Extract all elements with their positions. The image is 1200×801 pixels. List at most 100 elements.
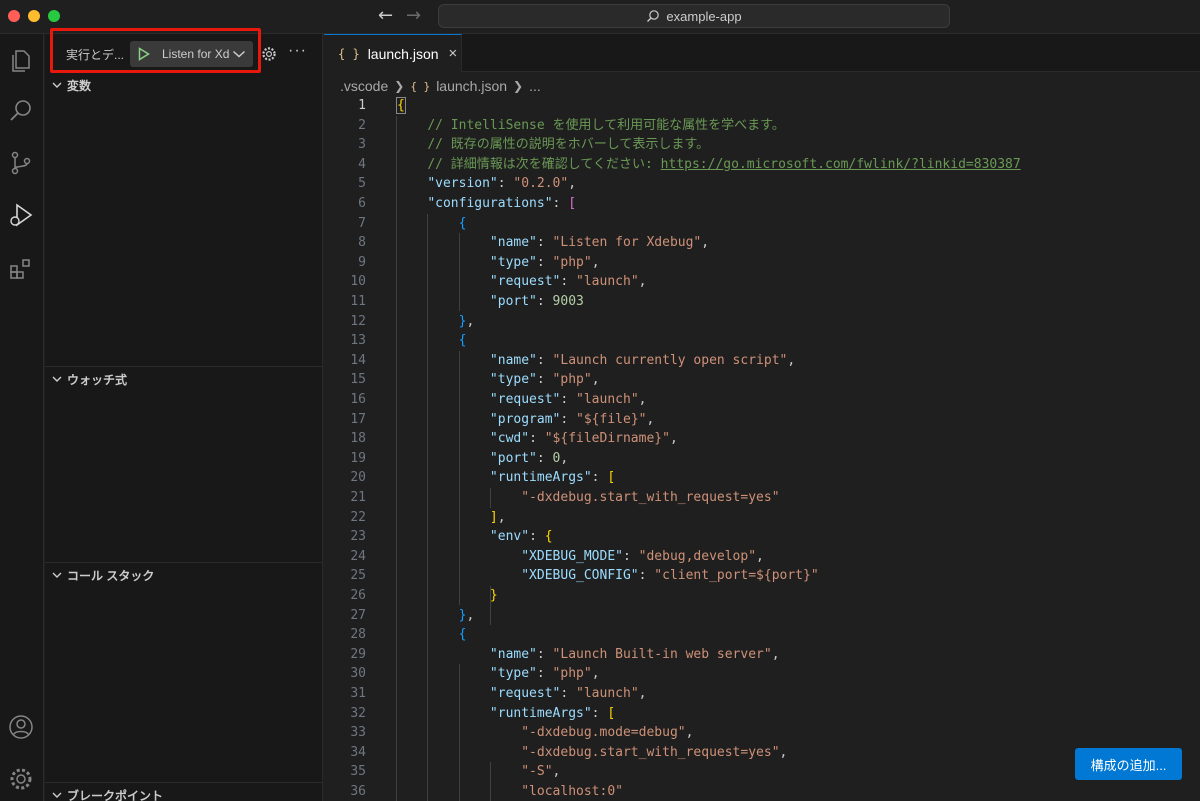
line-number: 20 <box>350 470 366 486</box>
line-number: 16 <box>350 392 366 407</box>
line-number: 24 <box>350 548 366 564</box>
code-line: 15 "type": "php", <box>324 370 1200 390</box>
section-label: 変数 <box>67 78 92 93</box>
line-number: 30 <box>350 666 366 682</box>
manage-gear-icon[interactable] <box>6 764 36 794</box>
line-number: 27 <box>350 607 366 623</box>
code-line: 30 "type": "php", <box>324 664 1200 684</box>
chevron-right-icon: ❯ <box>513 79 524 93</box>
add-configuration-button[interactable]: 構成の追加... <box>1075 748 1182 780</box>
explorer-icon[interactable] <box>6 46 36 76</box>
line-number: 4 <box>358 156 366 172</box>
line-number: 7 <box>358 215 366 231</box>
line-number: 14 <box>350 352 366 368</box>
line-number: 2 <box>358 117 366 133</box>
account-icon[interactable] <box>6 712 36 742</box>
code-line: 1{ <box>324 96 1200 116</box>
line-number: 1 <box>358 98 366 113</box>
code-line: 2 // IntelliSense を使用して利用可能な属性を学べます。 <box>324 116 1200 136</box>
code-line: 36 "localhost:0" <box>324 782 1200 801</box>
code-line: 31 "request": "launch", <box>324 684 1200 704</box>
arrow-left-icon[interactable]: ← <box>378 6 393 26</box>
line-number: 25 <box>350 568 366 584</box>
code-line: 32 "runtimeArgs": [ <box>324 704 1200 724</box>
line-number: 6 <box>358 196 366 211</box>
code-line: 26 } <box>324 586 1200 606</box>
tab-label: launch.json <box>367 45 439 62</box>
code-line: 9 "type": "php", <box>324 253 1200 273</box>
source-control-icon[interactable] <box>6 148 36 178</box>
code-line: 29 "name": "Launch Built-in web server", <box>324 645 1200 665</box>
code-line: 5 "version": "0.2.0", <box>324 174 1200 194</box>
code-line: 8 "name": "Listen for Xdebug", <box>324 233 1200 253</box>
line-number: 31 <box>350 686 366 701</box>
code-editor[interactable]: 1{ 2 // IntelliSense を使用して利用可能な属性を学べます。 … <box>324 96 1200 801</box>
line-number: 36 <box>350 784 366 799</box>
line-number: 26 <box>350 588 366 603</box>
line-number: 12 <box>350 313 366 329</box>
json-file-icon: { } <box>338 46 360 61</box>
chevron-down-icon <box>47 375 67 383</box>
code-line: 4 // 詳細情報は次を確認してください: https://go.microso… <box>324 155 1200 175</box>
code-line: 17 "program": "${file}", <box>324 410 1200 430</box>
code-line: 22 ], <box>324 508 1200 528</box>
search-icon <box>647 10 660 22</box>
maximize-window-button[interactable] <box>48 10 60 22</box>
line-number: 13 <box>350 333 366 349</box>
breadcrumb-more[interactable]: ... <box>529 78 541 94</box>
watch-section-header[interactable]: ウォッチ式 <box>45 368 323 390</box>
code-line: 6 "configurations": [ <box>324 194 1200 214</box>
code-line: 16 "request": "launch", <box>324 390 1200 410</box>
gear-icon[interactable] <box>261 46 277 67</box>
code-line: 23 "env": { <box>324 527 1200 547</box>
line-number: 18 <box>350 431 366 447</box>
extensions-icon[interactable] <box>6 254 36 284</box>
chevron-down-icon <box>47 571 67 579</box>
line-number: 17 <box>350 411 366 427</box>
code-line: 28 { <box>324 625 1200 645</box>
tab-launch-json[interactable]: { } launch.json × <box>324 34 462 72</box>
help-link[interactable]: https://go.microsoft.com/fwlink/?linkid=… <box>661 157 1021 172</box>
editor-area: { } launch.json × .vscode ❯ { } launch.j… <box>324 34 1200 801</box>
json-file-icon: { } <box>410 79 431 93</box>
code-line: 20 "runtimeArgs": [ <box>324 468 1200 488</box>
variables-section-header[interactable]: 変数 <box>45 74 323 96</box>
code-line: 33 "-dxdebug.mode=debug", <box>324 723 1200 743</box>
code-line: 25 "XDEBUG_CONFIG": "client_port=${port}… <box>324 566 1200 586</box>
section-divider <box>45 562 323 563</box>
breadcrumb: .vscode ❯ { } launch.json ❯ ... <box>340 76 541 96</box>
code-line: 21 "-dxdebug.start_with_request=yes" <box>324 488 1200 508</box>
code-line: 35 "-S", <box>324 762 1200 782</box>
activity-bar <box>0 34 44 801</box>
minimize-window-button[interactable] <box>28 10 40 22</box>
call-stack-section-header[interactable]: コール スタック <box>45 564 323 586</box>
code-line: 3 // 既存の属性の説明をホバーして表示します。 <box>324 135 1200 155</box>
line-number: 22 <box>350 509 366 525</box>
run-debug-icon[interactable] <box>6 200 36 230</box>
arrow-right-icon[interactable]: → <box>406 6 421 26</box>
search-icon[interactable] <box>6 96 36 126</box>
command-center-search[interactable]: example-app <box>438 4 950 28</box>
section-divider <box>45 782 323 783</box>
section-label: コール スタック <box>67 568 155 583</box>
line-number: 29 <box>350 646 366 662</box>
section-divider <box>45 366 323 367</box>
line-number: 11 <box>350 294 366 309</box>
code-line: 19 "port": 0, <box>324 449 1200 469</box>
code-line: 11 "port": 9003 <box>324 292 1200 312</box>
more-actions-icon[interactable]: ··· <box>288 42 307 60</box>
line-number: 3 <box>358 137 366 153</box>
section-label: ウォッチ式 <box>67 372 128 387</box>
search-text: example-app <box>666 8 742 24</box>
breadcrumb-folder[interactable]: .vscode <box>340 78 388 94</box>
line-number: 33 <box>350 725 366 741</box>
breadcrumb-file[interactable]: launch.json <box>436 78 507 94</box>
code-line: 14 "name": "Launch currently open script… <box>324 351 1200 371</box>
close-window-button[interactable] <box>8 10 20 22</box>
close-icon[interactable]: × <box>449 45 458 62</box>
line-number: 34 <box>350 744 366 760</box>
line-number: 15 <box>350 372 366 388</box>
breakpoints-section-header[interactable]: ブレークポイント <box>45 784 323 801</box>
code-line: 18 "cwd": "${fileDirname}", <box>324 429 1200 449</box>
line-number: 9 <box>358 254 366 270</box>
